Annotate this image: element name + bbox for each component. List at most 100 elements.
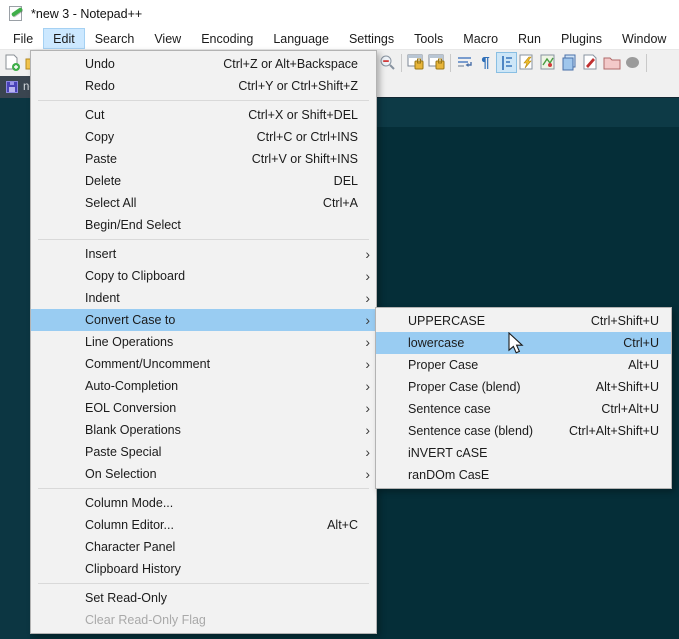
- menubar-item[interactable]: Encoding: [191, 28, 263, 49]
- menu-item[interactable]: Paste Special: [31, 441, 376, 463]
- menubar-item[interactable]: Plugins: [551, 28, 612, 49]
- menubar-item-label: Language: [273, 31, 329, 46]
- menubar-item[interactable]: Macro: [453, 28, 508, 49]
- word-wrap-icon[interactable]: [454, 52, 475, 73]
- menubar-item-label: Encoding: [201, 31, 254, 46]
- menu-item-label: Cut: [85, 108, 105, 122]
- menu-item[interactable]: Clipboard History: [31, 558, 376, 580]
- menu-item[interactable]: On Selection: [31, 463, 376, 485]
- menu-item[interactable]: Sentence case (blend) Ctrl+Alt+Shift+U: [376, 420, 671, 442]
- menu-item-label: EOL Conversion: [85, 401, 177, 415]
- menubar-item[interactable]: Edit: [43, 28, 85, 49]
- menubar-item[interactable]: Search: [85, 28, 145, 49]
- show-all-characters-icon[interactable]: ¶: [475, 52, 496, 73]
- menu-item-shortcut: Ctrl+Alt+U: [601, 402, 659, 416]
- menu-item-shortcut: Ctrl+Alt+Shift+U: [569, 424, 659, 438]
- menu-item[interactable]: Insert: [31, 243, 376, 265]
- menu-item-label: Line Operations: [85, 335, 174, 349]
- zoom-out-icon[interactable]: [377, 52, 398, 73]
- menu-item[interactable]: iNVERT cASE: [376, 442, 671, 464]
- function-completion-icon[interactable]: [580, 52, 601, 73]
- menu-item[interactable]: Cut Ctrl+X or Shift+DEL: [31, 104, 376, 126]
- record-macro-icon[interactable]: [622, 52, 643, 73]
- function-list-icon[interactable]: [517, 52, 538, 73]
- menu-item[interactable]: Copy to Clipboard: [31, 265, 376, 287]
- sync-horizontal-scroll-icon[interactable]: [426, 52, 447, 73]
- menu-item[interactable]: Clear Read-Only Flag: [31, 609, 376, 631]
- menu-item[interactable]: Character Panel: [31, 536, 376, 558]
- menubar-item-label: Edit: [53, 31, 75, 46]
- menubar-item[interactable]: Language: [263, 28, 339, 49]
- menubar-item-label: Macro: [463, 31, 499, 46]
- menu-item[interactable]: Convert Case to: [31, 309, 376, 331]
- folder-as-workspace-icon[interactable]: [601, 52, 622, 73]
- menu-item-label: Comment/Uncomment: [85, 357, 211, 371]
- menu-item[interactable]: Proper Case (blend) Alt+Shift+U: [376, 376, 671, 398]
- menubar-item-label: Window: [621, 31, 667, 46]
- menu-item[interactable]: Delete DEL: [31, 170, 376, 192]
- menubar-item-label: Run: [518, 31, 541, 46]
- submenu-arrow-icon: [358, 353, 370, 375]
- menu-separator: [38, 488, 369, 489]
- menubar-item[interactable]: View: [144, 28, 191, 49]
- menubar-item-label: View: [154, 31, 182, 46]
- mouse-cursor: [508, 332, 525, 356]
- menu-item-label: Column Mode...: [85, 496, 174, 510]
- menu-item-label: Proper Case: [408, 358, 479, 372]
- menu-item-label: Convert Case to: [85, 313, 176, 327]
- menu-item[interactable]: Proper Case Alt+U: [376, 354, 671, 376]
- menu-item-label: Column Editor...: [85, 518, 174, 532]
- edit-menu-popup: Undo Ctrl+Z or Alt+Backspace Redo Ctrl+Y…: [30, 50, 377, 634]
- document-map-icon[interactable]: [538, 52, 559, 73]
- menu-item[interactable]: Paste Ctrl+V or Shift+INS: [31, 148, 376, 170]
- menu-item-label: Select All: [85, 196, 137, 210]
- menu-item-shortcut: Ctrl+Y or Ctrl+Shift+Z: [238, 79, 358, 93]
- menubar-item-label: File: [13, 31, 34, 46]
- menu-item[interactable]: Blank Operations: [31, 419, 376, 441]
- menubar-item[interactable]: Window: [612, 28, 676, 49]
- notepad-plus-plus-icon: [8, 6, 24, 22]
- menu-item-label: iNVERT cASE: [408, 446, 488, 460]
- menu-item[interactable]: Copy Ctrl+C or Ctrl+INS: [31, 126, 376, 148]
- menu-item-label: Paste: [85, 152, 117, 166]
- menubar-item[interactable]: File: [3, 28, 43, 49]
- title-bar[interactable]: *new 3 - Notepad++: [0, 0, 679, 28]
- sync-vertical-scroll-icon[interactable]: [405, 52, 426, 73]
- menu-item-label: UPPERCASE: [408, 314, 486, 328]
- menu-item[interactable]: Set Read-Only: [31, 587, 376, 609]
- menu-item[interactable]: Indent: [31, 287, 376, 309]
- menu-item[interactable]: Sentence case Ctrl+Alt+U: [376, 398, 671, 420]
- menu-item[interactable]: Comment/Uncomment: [31, 353, 376, 375]
- menu-item[interactable]: UPPERCASE Ctrl+Shift+U: [376, 310, 671, 332]
- menu-item[interactable]: Column Editor... Alt+C: [31, 514, 376, 536]
- menu-item[interactable]: EOL Conversion: [31, 397, 376, 419]
- menu-item-label: Undo: [85, 57, 115, 71]
- menu-item[interactable]: Select All Ctrl+A: [31, 192, 376, 214]
- menu-item-shortcut: Ctrl+C or Ctrl+INS: [256, 130, 358, 144]
- document-list-icon[interactable]: [559, 52, 580, 73]
- menu-item[interactable]: Column Mode...: [31, 492, 376, 514]
- menu-item-shortcut: Ctrl+Z or Alt+Backspace: [223, 57, 358, 71]
- new-file-icon[interactable]: [2, 52, 23, 73]
- menu-separator: [38, 239, 369, 240]
- menu-item-shortcut: Ctrl+A: [322, 196, 358, 210]
- menubar-item[interactable]: Settings: [339, 28, 404, 49]
- menu-item[interactable]: ranDOm CasE: [376, 464, 671, 486]
- menu-item-shortcut: Ctrl+V or Shift+INS: [251, 152, 358, 166]
- menu-item[interactable]: Line Operations: [31, 331, 376, 353]
- menu-item[interactable]: Redo Ctrl+Y or Ctrl+Shift+Z: [31, 75, 376, 97]
- menu-separator: [38, 100, 369, 101]
- menubar-item[interactable]: Run: [508, 28, 551, 49]
- menu-item-label: Indent: [85, 291, 120, 305]
- menu-item-label: Begin/End Select: [85, 218, 181, 232]
- show-indent-guide-icon[interactable]: [496, 52, 517, 73]
- menu-item[interactable]: Auto-Completion: [31, 375, 376, 397]
- menu-item[interactable]: Undo Ctrl+Z or Alt+Backspace: [31, 53, 376, 75]
- menu-item-label: ranDOm CasE: [408, 468, 490, 482]
- menubar-item[interactable]: Tools: [404, 28, 453, 49]
- menu-item[interactable]: Begin/End Select: [31, 214, 376, 236]
- unsaved-floppy-icon: [6, 81, 18, 93]
- submenu-arrow-icon: [358, 463, 370, 485]
- submenu-arrow-icon: [358, 397, 370, 419]
- menubar-item-label: Tools: [414, 31, 444, 46]
